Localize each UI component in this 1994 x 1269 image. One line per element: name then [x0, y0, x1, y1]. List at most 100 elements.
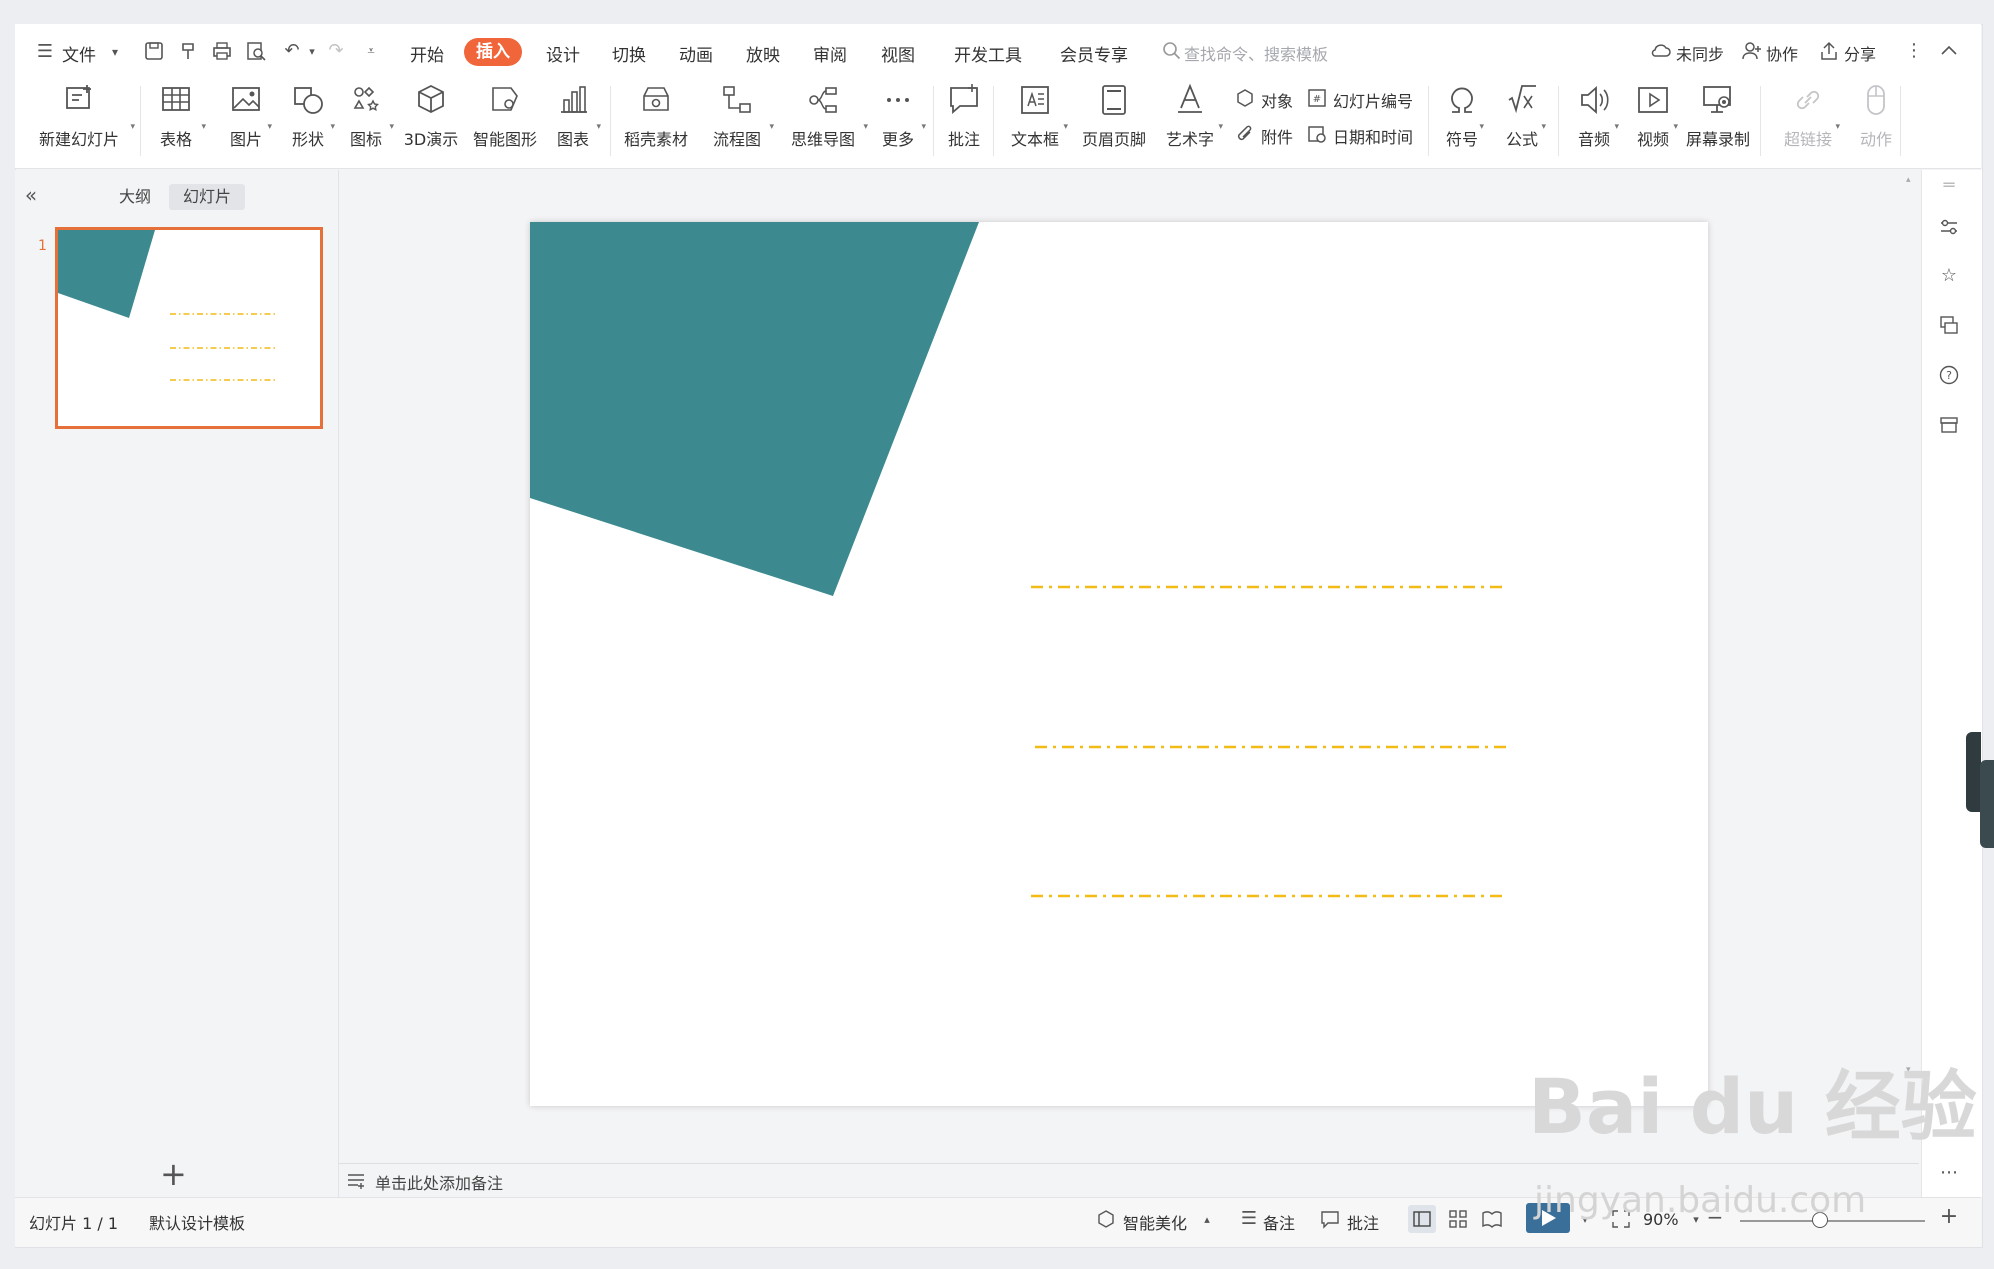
notes-toggle-icon[interactable]: ☰	[1238, 1208, 1260, 1230]
ribbon-button-audio[interactable]: 音频 ▾	[1571, 82, 1619, 162]
star-icon[interactable]: ☆	[1938, 265, 1960, 287]
ribbon-button-cube[interactable]: 3D演示	[402, 82, 460, 162]
tab-review[interactable]: 审阅	[813, 41, 847, 66]
ribbon-button-label: 超链接	[1783, 130, 1832, 149]
comment-toggle-button[interactable]: 批注	[1347, 1210, 1379, 1234]
undo-icon[interactable]: ↶	[281, 40, 303, 62]
notes-toggle-button[interactable]: 备注	[1263, 1210, 1295, 1234]
print-icon[interactable]	[211, 40, 233, 62]
sync-status[interactable]: 未同步	[1676, 41, 1724, 65]
slide-thumbnail[interactable]	[55, 227, 323, 429]
teal-shape	[530, 222, 979, 596]
cloud-sync-icon[interactable]	[1650, 40, 1672, 62]
ribbon-button-table[interactable]: 表格 ▾	[148, 82, 206, 162]
reading-view-icon[interactable]	[1481, 1208, 1503, 1230]
ribbon-button-picture[interactable]: 图片 ▾	[222, 82, 272, 162]
file-menu[interactable]: 文件	[62, 41, 96, 66]
customize-toolbar-icon[interactable]: ⩡	[360, 41, 382, 63]
beautify-dropdown-icon[interactable]: ▴	[1196, 1209, 1218, 1231]
share-icon[interactable]	[1818, 40, 1840, 62]
tab-view[interactable]: 视图	[881, 41, 915, 66]
ribbon-button-material[interactable]: 稻壳素材	[620, 82, 692, 162]
object-icon[interactable]	[1234, 87, 1256, 109]
format-painter-icon[interactable]	[178, 40, 200, 62]
editor-scrollbar[interactable]: ▴ ▾ ⇞ ⇟	[1903, 175, 1915, 1135]
ribbon-button-flowchart[interactable]: 流程图 ▾	[702, 82, 774, 162]
slide-canvas[interactable]	[530, 222, 1708, 1106]
redo-icon[interactable]: ↷	[325, 40, 347, 62]
tab-outline[interactable]: 大纲	[119, 184, 151, 210]
property-icon[interactable]	[1938, 216, 1960, 238]
collapse-ribbon-icon[interactable]	[1938, 40, 1960, 62]
normal-view-button[interactable]	[1408, 1205, 1436, 1233]
calendar-clock-icon[interactable]	[1306, 123, 1328, 145]
zoom-in-icon[interactable]: +	[1938, 1206, 1960, 1228]
ribbon-button-link[interactable]: 超链接 ▾	[1778, 82, 1840, 162]
tab-slideshow[interactable]: 放映	[746, 41, 780, 66]
slide-switch-icon[interactable]	[1938, 314, 1960, 336]
dropdown-arrow-icon: ▾	[596, 122, 601, 132]
ribbon-button-formula[interactable]: 公式 ▾	[1500, 82, 1546, 162]
ribbon-button-icons[interactable]: 图标 ▾	[340, 82, 394, 162]
ribbon-button-shape[interactable]: 形状 ▾	[283, 82, 335, 162]
tab-animations[interactable]: 动画	[679, 41, 713, 66]
datetime-button[interactable]: 日期和时间	[1333, 124, 1413, 148]
tab-home[interactable]: 开始	[410, 41, 444, 66]
ribbon-button-smartart[interactable]: 智能图形	[470, 82, 540, 162]
notes-input[interactable]: 单击此处添加备注	[375, 1170, 503, 1194]
header-footer-icon	[1102, 85, 1126, 115]
dropdown-arrow-icon: ▾	[1063, 122, 1068, 132]
archive-icon[interactable]	[1938, 413, 1960, 435]
print-preview-icon[interactable]	[245, 40, 267, 62]
tab-slides[interactable]: 幻灯片	[169, 184, 246, 210]
command-search-input[interactable]: 查找命令、搜索模板	[1184, 41, 1328, 65]
slide-number-icon[interactable]: #	[1306, 87, 1328, 109]
ribbon-button-textbox[interactable]: 文本框 ▾	[1004, 82, 1068, 162]
table-icon	[162, 87, 190, 111]
ribbon-button-chart[interactable]: 图表 ▾	[547, 82, 601, 162]
help-icon[interactable]: ?	[1938, 364, 1960, 386]
ribbon-button-action[interactable]: 动作	[1854, 82, 1898, 162]
beautify-button[interactable]: 智能美化	[1123, 1210, 1187, 1234]
tab-design[interactable]: 设计	[546, 41, 580, 66]
chevron-down-icon[interactable]: ▾	[104, 41, 126, 63]
ribbon-button-wordart[interactable]: 艺术字 ▾	[1159, 82, 1223, 162]
ribbon-button-new-slide[interactable]: 新建幻灯片 ▾	[25, 82, 135, 162]
tab-transitions[interactable]: 切换	[612, 41, 646, 66]
collaborate-icon[interactable]	[1741, 40, 1763, 62]
thumb-teal-shape	[58, 230, 155, 318]
more-options-icon[interactable]: ⋮	[1903, 40, 1925, 62]
new-slide-icon	[66, 85, 91, 109]
ribbon-button-comment[interactable]: 批注	[945, 82, 983, 162]
tab-member[interactable]: 会员专享	[1060, 41, 1128, 66]
share-button[interactable]: 分享	[1844, 41, 1876, 65]
template-name[interactable]: 默认设计模板	[149, 1210, 245, 1234]
tab-insert[interactable]: 插入	[464, 38, 522, 66]
attachment-button[interactable]: 附件	[1261, 124, 1293, 148]
sorter-view-icon[interactable]	[1447, 1208, 1469, 1230]
beautify-icon[interactable]	[1095, 1208, 1117, 1230]
ribbon-button-more[interactable]: 更多 ▾	[872, 82, 926, 162]
slide-index: 1	[38, 238, 47, 254]
dropdown-arrow-icon: ▾	[921, 122, 926, 132]
ribbon-button-mindmap[interactable]: 思维导图 ▾	[780, 82, 868, 162]
insert-object-button[interactable]: 对象	[1261, 88, 1293, 112]
floating-widget-2[interactable]	[1980, 760, 1994, 848]
ribbon-button-header-footer[interactable]: 页眉页脚	[1080, 82, 1148, 162]
attachment-icon[interactable]	[1234, 123, 1256, 145]
ribbon-button-omega[interactable]: 符号 ▾	[1442, 82, 1484, 162]
tab-developer[interactable]: 开发工具	[954, 41, 1022, 66]
collapse-panel-icon[interactable]: «	[20, 184, 42, 206]
collaborate-button[interactable]: 协作	[1766, 41, 1798, 65]
hamburger-menu-icon[interactable]: ☰	[34, 41, 56, 63]
add-slide-button[interactable]: +	[160, 1158, 187, 1190]
ribbon-button-video[interactable]: 视频 ▾	[1630, 82, 1678, 162]
save-icon[interactable]	[143, 40, 165, 62]
undo-dropdown-icon[interactable]: ▾	[301, 41, 323, 63]
baidu-watermark-url: jingyan.baidu.com	[1534, 1180, 1867, 1221]
comment-toggle-icon[interactable]	[1319, 1208, 1341, 1230]
ribbon-button-screen-record[interactable]: 屏幕录制	[1686, 82, 1750, 162]
floating-widget[interactable]	[1966, 732, 1981, 812]
slide-number-button[interactable]: 幻灯片编号	[1333, 88, 1413, 112]
sidebar-more-icon[interactable]: ⋯	[1938, 1162, 1960, 1184]
